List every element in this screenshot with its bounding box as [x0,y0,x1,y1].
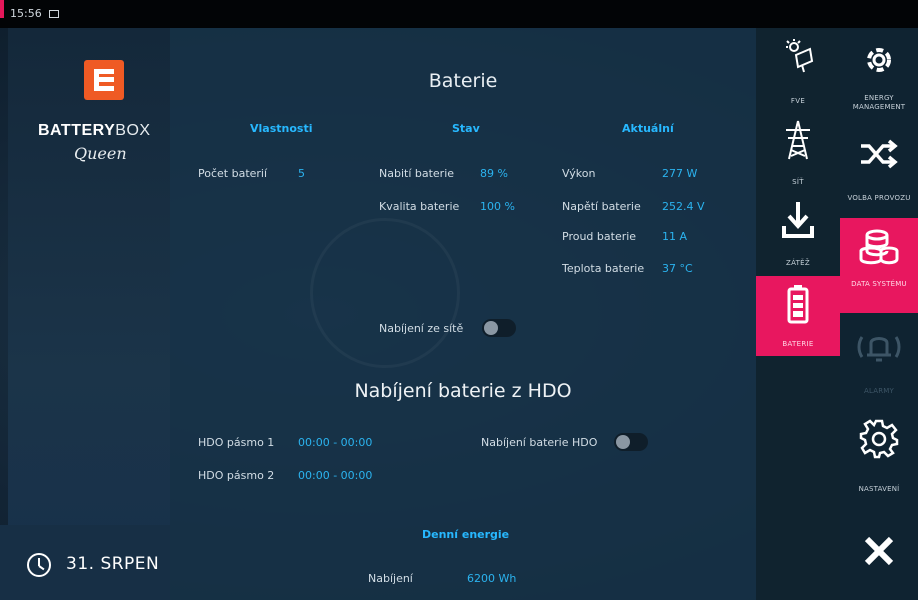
menu-alarms[interactable]: ALARMY [840,313,918,408]
brand-script: Queen [74,144,127,163]
hdo1-value[interactable]: 00:00 - 00:00 [298,436,372,449]
hdo-toggle-label: Nabíjení baterie HDO [481,436,598,449]
edge-marker [0,0,4,18]
close-button[interactable] [840,526,918,600]
device-grid[interactable]: SÍŤ [756,114,840,194]
device-column: FVE SÍŤ ZÁTĚŽ BATERIE [756,28,840,600]
menu-label-mode: VOLBA PROVOZU [847,194,911,202]
battery-panel: Baterie Vlastnosti Stav Aktuální Počet b… [170,28,756,600]
download-icon [782,202,814,238]
daily-charge-label: Nabíjení [368,572,413,585]
energy-management-icon [867,48,891,72]
column-header-props: Vlastnosti [250,122,313,135]
grid-charging-label: Nabíjení ze sítě [379,322,464,335]
daily-charge-value: 6200 Wh [467,572,517,585]
temperature-label: Teplota baterie [562,262,645,275]
status-time: 15:56 [10,7,42,20]
device-battery[interactable]: BATERIE [756,276,840,356]
power-label: Výkon [562,167,596,180]
battery-icon [787,285,809,324]
hdo2-label: HDO pásmo 2 [198,469,275,482]
menu-settings[interactable]: NASTAVENÍ [840,413,918,508]
main-menu: ENERGY MANAGEMENT VOLBA PROVOZU DATA SYS… [840,28,918,600]
close-icon [864,536,894,566]
image-notification-icon [49,10,60,18]
voltage-value: 252.4 V [662,200,705,213]
column-header-current: Aktuální [622,122,674,135]
menu-system-data[interactable]: DATA SYSTÉMU [840,218,918,313]
bell-icon [857,336,901,362]
gear-icon [859,419,899,459]
hdo-title: Nabíjení baterie z HDO [354,380,572,402]
device-load[interactable]: ZÁTĚŽ [756,195,840,275]
current-value: 11 A [662,230,688,243]
hdo-charging-toggle[interactable] [614,433,648,451]
menu-label-data: DATA SYSTÉMU [851,280,907,288]
menu-energy-management[interactable]: ENERGY MANAGEMENT [840,28,918,123]
quality-value: 100 % [480,200,515,213]
device-label-grid: SÍŤ [792,178,804,186]
current-label: Proud baterie [562,230,637,243]
quality-label: Kvalita baterie [379,200,460,213]
device-fve[interactable]: FVE [756,33,840,113]
cez-logo-icon [84,60,124,100]
voltage-label: Napětí baterie [562,200,641,213]
hdo2-value[interactable]: 00:00 - 00:00 [298,469,372,482]
status-bar: 15:56 [0,0,918,28]
shuffle-icon [861,139,898,169]
brand-name: BATTERYBOX [38,122,151,139]
current-date: 31. SRPEN [66,554,160,574]
clock-icon [27,553,51,577]
device-label-load: ZÁTĚŽ [785,259,811,267]
brand-panel: BATTERYBOX Queen [8,28,170,600]
menu-label-alarms: ALARMY [863,387,895,395]
power-pylon-icon [786,120,810,160]
grid-charging-toggle[interactable] [482,319,516,337]
date-bar: 31. SRPEN [0,525,170,600]
panel-title: Baterie [428,70,498,92]
menu-label-settings: NASTAVENÍ [858,485,900,493]
background-decoration [310,218,460,368]
device-label-battery: BATERIE [782,340,814,348]
power-value: 277 W [662,167,698,180]
app-screen: BATTERYBOX Queen 31. SRPEN Baterie Vlast… [0,28,918,600]
device-label-fve: FVE [790,97,806,105]
charged-label: Nabití baterie [379,167,455,180]
battery-count-label: Počet baterií [198,167,268,180]
menu-operation-mode[interactable]: VOLBA PROVOZU [840,126,918,221]
temperature-value: 37 °C [662,262,693,275]
battery-count-value: 5 [298,167,305,180]
hdo1-label: HDO pásmo 1 [198,436,275,449]
column-header-state: Stav [452,122,480,135]
daily-energy-title: Denní energie [422,528,510,541]
charged-value: 89 % [480,167,508,180]
database-icon [859,229,899,265]
solar-panel-icon [786,39,814,73]
menu-label-energy: ENERGY MANAGEMENT [852,94,906,111]
